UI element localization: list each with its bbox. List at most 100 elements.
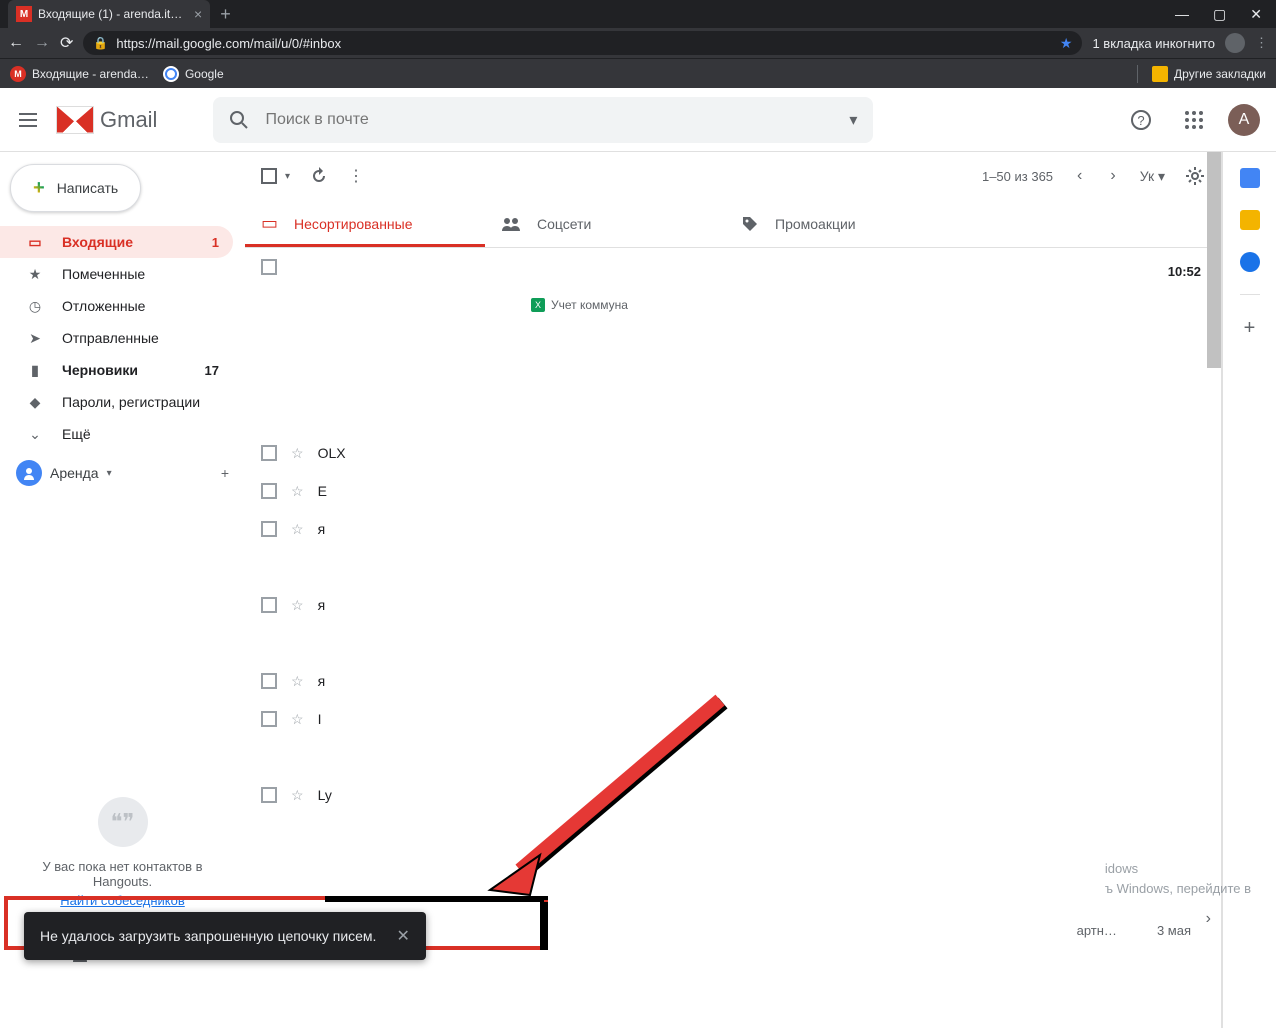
nav-snoozed[interactable]: ◷ Отложенные: [0, 290, 233, 322]
star-icon[interactable]: ☆: [291, 787, 304, 804]
lock-icon: 🔒: [93, 36, 108, 50]
window-controls: — ▢ ✕: [1175, 6, 1276, 23]
bookmark-google[interactable]: Google: [163, 66, 224, 82]
plus-icon: +: [33, 177, 45, 200]
sender: I: [318, 711, 322, 727]
row-checkbox[interactable]: [261, 521, 277, 537]
nav-inbox[interactable]: ▭ Входящие 1: [0, 226, 233, 258]
mail-row[interactable]: ☆ I: [245, 700, 1221, 738]
mail-row[interactable]: ☆ я: [245, 662, 1221, 700]
mail-row[interactable]: ☆ Е: [245, 472, 1221, 510]
address-bar[interactable]: 🔒 https://mail.google.com/mail/u/0/#inbo…: [83, 31, 1082, 55]
hangouts-bubble-icon: ❝❞: [98, 797, 148, 847]
back-icon[interactable]: ←: [8, 34, 24, 52]
prev-page-icon[interactable]: ‹: [1073, 163, 1086, 189]
hangouts-user[interactable]: Аренда ▾ +: [0, 450, 245, 496]
mail-row[interactable]: ☆ OLX: [245, 434, 1221, 472]
input-language[interactable]: Ук ▾: [1140, 168, 1165, 185]
calendar-icon[interactable]: [1240, 168, 1260, 188]
chevron-down-icon: ▾: [107, 468, 112, 479]
compose-button[interactable]: + Написать: [10, 164, 141, 212]
error-toast: Не удалось загрузить запрошенную цепочку…: [24, 912, 426, 960]
bookmark-inbox[interactable]: M Входящие - arenda…: [10, 66, 149, 82]
browser-tab[interactable]: Входящие (1) - arenda.itkit@gm… ×: [8, 0, 210, 28]
expand-arrow-icon[interactable]: ›: [1206, 910, 1211, 928]
user-avatar-icon: [16, 460, 42, 486]
nav-drafts[interactable]: ▮ Черновики 17: [0, 354, 233, 386]
folder-icon: [1152, 66, 1168, 82]
browser-menu-icon[interactable]: ⋮: [1255, 35, 1268, 51]
row-checkbox[interactable]: [261, 597, 277, 613]
search-icon[interactable]: [229, 110, 249, 130]
support-icon[interactable]: ?: [1130, 109, 1152, 131]
tab-social[interactable]: Соцсети: [485, 200, 725, 247]
star-icon[interactable]: ☆: [291, 521, 304, 538]
add-contact-icon[interactable]: +: [221, 465, 229, 481]
other-bookmarks[interactable]: Другие закладки: [1152, 66, 1266, 82]
refresh-icon[interactable]: [310, 167, 328, 185]
mail-row[interactable]: 10:52: [245, 248, 1221, 286]
row-checkbox[interactable]: [261, 673, 277, 689]
browser-titlebar: Входящие (1) - arenda.itkit@gm… × + — ▢ …: [0, 0, 1276, 28]
svg-text:?: ?: [1137, 113, 1144, 128]
mail-row-attach[interactable]: X Учет коммуна: [245, 286, 1221, 324]
bookmark-star-icon[interactable]: ★: [1060, 35, 1073, 52]
more-icon[interactable]: ⋮: [348, 166, 364, 186]
keep-icon[interactable]: [1240, 210, 1260, 230]
next-page-icon[interactable]: ›: [1106, 163, 1119, 189]
row-checkbox[interactable]: [261, 483, 277, 499]
tab-promotions[interactable]: Промоакции: [725, 200, 965, 247]
account-avatar[interactable]: A: [1228, 104, 1260, 136]
hamburger-menu-icon[interactable]: [16, 108, 40, 132]
maximize-icon[interactable]: ▢: [1213, 6, 1226, 23]
nav-more[interactable]: ⌄ Ещё: [0, 418, 233, 450]
mail-row[interactable]: ☆ я: [245, 510, 1221, 548]
mail-row[interactable]: ☆ Ly: [245, 776, 1221, 814]
sender: Ly: [318, 787, 332, 803]
star-icon[interactable]: ☆: [291, 445, 304, 462]
row-checkbox[interactable]: [261, 711, 277, 727]
minimize-icon[interactable]: —: [1175, 6, 1189, 23]
social-tab-icon: [501, 216, 521, 232]
row-checkbox[interactable]: [261, 259, 277, 275]
google-icon: [163, 66, 179, 82]
find-contacts-link[interactable]: Найти собеседников: [30, 893, 215, 908]
select-dropdown-icon[interactable]: ▾: [285, 171, 290, 182]
toast-close-icon[interactable]: ✕: [396, 926, 409, 946]
star-icon[interactable]: ☆: [291, 711, 304, 728]
addons-plus-icon[interactable]: +: [1244, 317, 1256, 340]
row-checkbox[interactable]: [261, 445, 277, 461]
gmail-header: Gmail ▾ ? A: [0, 88, 1276, 152]
toast-message: Не удалось загрузить запрошенную цепочку…: [40, 928, 376, 944]
gmail-icon: M: [10, 66, 26, 82]
search-box[interactable]: ▾: [213, 97, 873, 143]
nav-passwords[interactable]: ◆ Пароли, регистрации: [0, 386, 233, 418]
nav-starred[interactable]: ★ Помеченные: [0, 258, 233, 290]
close-window-icon[interactable]: ✕: [1250, 6, 1262, 23]
mail-row[interactable]: ☆ я: [245, 586, 1221, 624]
settings-gear-icon[interactable]: [1185, 166, 1205, 186]
search-options-icon[interactable]: ▾: [849, 110, 857, 130]
promotions-tab-icon: [741, 215, 759, 233]
gmail-logo[interactable]: Gmail: [56, 106, 157, 134]
tab-primary[interactable]: ▭ Несортированные: [245, 200, 485, 247]
star-icon[interactable]: ☆: [291, 673, 304, 690]
new-tab-button[interactable]: +: [220, 4, 231, 25]
search-input[interactable]: [265, 111, 833, 129]
apps-grid-icon[interactable]: [1184, 110, 1204, 130]
tasks-icon[interactable]: [1240, 252, 1260, 272]
category-tabs: ▭ Несортированные Соцсети Промоакции: [245, 200, 1221, 248]
forward-icon[interactable]: →: [34, 34, 50, 52]
star-icon[interactable]: ☆: [291, 597, 304, 614]
gmail-logo-icon: [56, 106, 94, 134]
reload-icon[interactable]: ⟳: [60, 33, 73, 53]
star-icon: ★: [26, 266, 44, 283]
mail-list: 10:52 X Учет коммуна ☆ OLX ☆: [245, 248, 1221, 1028]
row-checkbox[interactable]: [261, 787, 277, 803]
tab-close-icon[interactable]: ×: [194, 6, 202, 22]
mail-toolbar: ▾ ⋮ 1–50 из 365 ‹ › Ук ▾: [245, 152, 1221, 200]
select-all-checkbox[interactable]: [261, 168, 277, 184]
nav-sent[interactable]: ➤ Отправленные: [0, 322, 233, 354]
star-icon[interactable]: ☆: [291, 483, 304, 500]
primary-tab-icon: ▭: [261, 213, 278, 234]
